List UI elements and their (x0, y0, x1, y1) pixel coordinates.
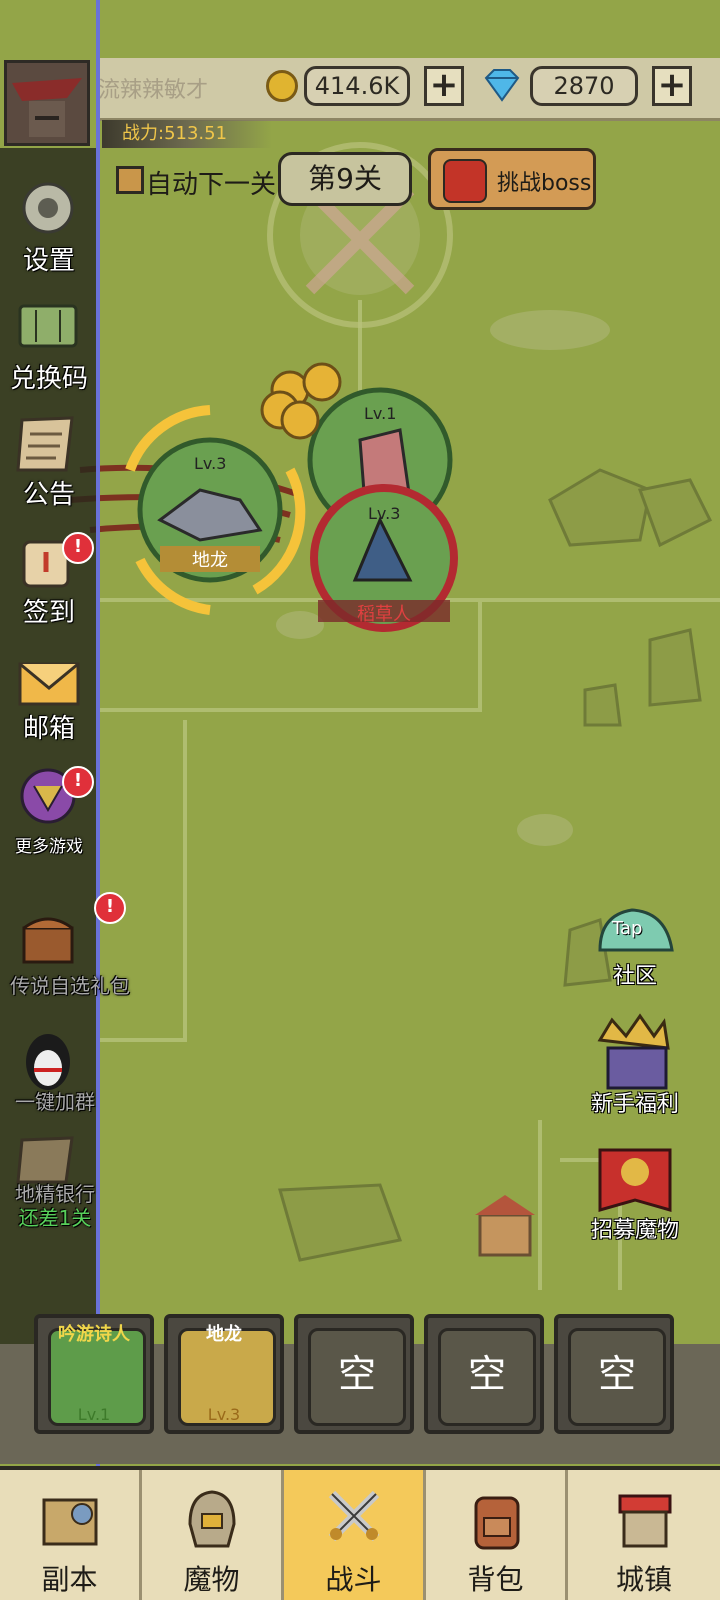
helmet-icon (187, 1490, 236, 1548)
team-slot-4[interactable]: 空 (424, 1314, 544, 1434)
map-icon (42, 1498, 97, 1546)
tab-battle[interactable]: 战斗 (284, 1470, 426, 1600)
feature-newbie-welfare[interactable]: 新手福利 (575, 1086, 695, 1118)
feature-recruit-monster[interactable]: 招募魔物 (575, 1212, 695, 1244)
game-screen: 流辣辣敏才 414.6K + 2870 + 战力:513.51 自动下一关 第9… (0, 0, 720, 1600)
feature-community[interactable]: 社区 (575, 958, 695, 990)
tab-label: 副本 (41, 1563, 98, 1596)
bottom-navigation: 副本 魔物 战斗 背包 城镇 (0, 1466, 720, 1600)
tab-label: 魔物 (183, 1563, 240, 1596)
backpack-icon (474, 1496, 519, 1550)
recruit-banner-icon (598, 1148, 672, 1212)
tab-monsters[interactable]: 魔物 (142, 1470, 284, 1600)
empty-slot-label: 空 (568, 1328, 666, 1426)
tab-label: 背包 (467, 1563, 524, 1596)
slot-unit-name: 吟游诗人 (58, 1324, 130, 1345)
tab-label: 城镇 (615, 1563, 672, 1596)
slot-unit-level: Lv.3 (207, 1405, 241, 1424)
team-slot-5[interactable]: 空 (554, 1314, 674, 1434)
team-slot-2[interactable]: 地龙 Lv.3 (164, 1314, 284, 1434)
tab-label: 战斗 (325, 1563, 382, 1596)
team-slot-1[interactable]: 吟游诗人 Lv.1 (34, 1314, 154, 1434)
slot-unit-name: 地龙 (206, 1324, 242, 1345)
team-slot-3[interactable]: 空 (294, 1314, 414, 1434)
shop-icon (618, 1494, 672, 1548)
crossed-swords-icon (328, 1490, 379, 1542)
king-icon (597, 1013, 670, 1090)
slot-unit-level: Lv.1 (77, 1405, 111, 1424)
tab-dungeon[interactable]: 副本 (0, 1470, 142, 1600)
tab-backpack[interactable]: 背包 (426, 1470, 568, 1600)
tab-town[interactable]: 城镇 (568, 1470, 720, 1600)
empty-slot-label: 空 (308, 1328, 406, 1426)
empty-slot-label: 空 (438, 1328, 536, 1426)
community-tap-text: Tap (612, 918, 643, 939)
